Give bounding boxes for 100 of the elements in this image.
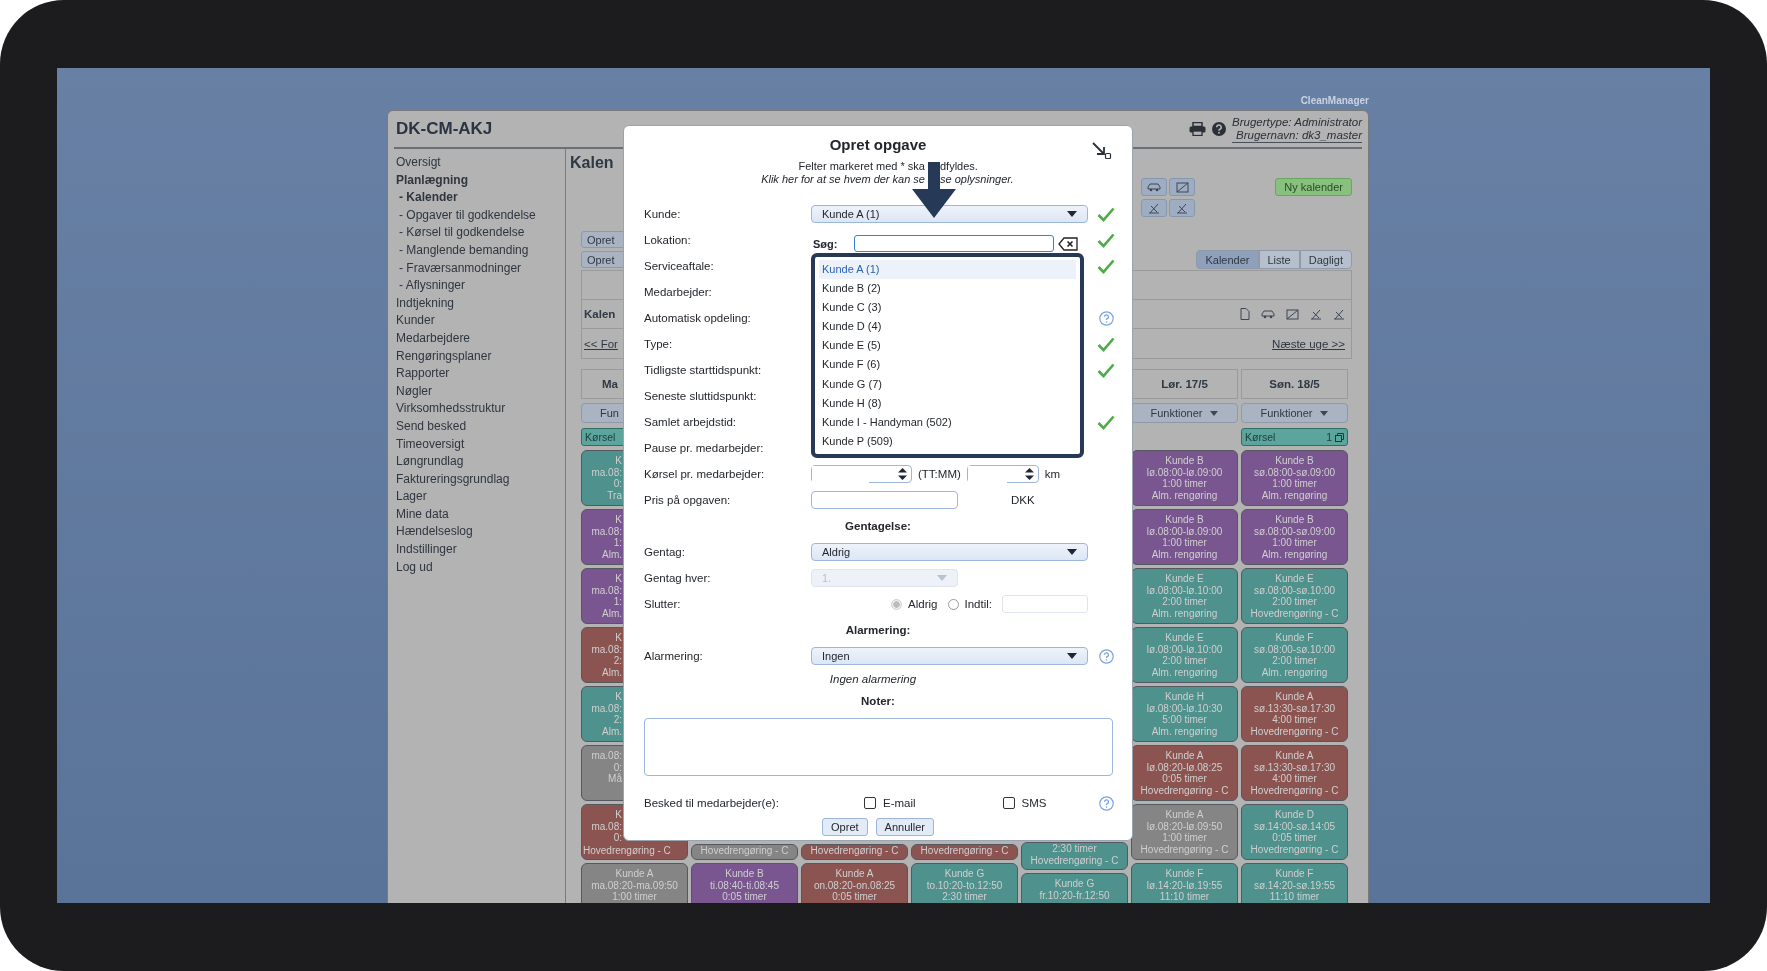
event-text: lø.08:20-lø.08:25 xyxy=(1146,761,1223,773)
event-text: Hovedrengøring - C xyxy=(1030,854,1119,866)
event-text: 0: xyxy=(613,832,622,844)
event-text: Hovedrengøring - C xyxy=(1250,843,1339,855)
event-text: on.08:20-on.08:25 xyxy=(813,879,896,891)
event-text: Kunde B xyxy=(1165,455,1204,467)
field-label: Serviceaftale: xyxy=(644,260,715,272)
event-text: 2:30 timer xyxy=(1052,843,1097,855)
event-text: 11:10 timer xyxy=(1269,891,1320,903)
event-text: ma.08: xyxy=(591,702,622,714)
event-text: 0:05 timer xyxy=(1272,832,1317,844)
search-label: Søg: xyxy=(812,237,839,250)
field-label: Alarmering: xyxy=(644,650,704,662)
user-type-text: Brugertype: Administrator xyxy=(1232,115,1362,129)
event-text: Alm. xyxy=(602,666,622,678)
event-text: to.10:20-to.12:50 xyxy=(926,879,1003,891)
field-label: Gentag: xyxy=(644,546,686,558)
day-header: Ma xyxy=(602,378,618,390)
event-text: Kunde B xyxy=(1165,514,1204,526)
event-text: Hovedrengøring - C xyxy=(1140,843,1229,855)
event-text: lø.08:00-lø.10:00 xyxy=(1146,643,1223,655)
event-text: 1:00 timer xyxy=(1162,537,1207,549)
field-label: Gentag hver: xyxy=(644,572,712,584)
event-text: ma.08:20-ma.09:50 xyxy=(591,879,678,891)
event-text: K xyxy=(615,809,622,821)
user-name-text: Brugernavn: dk3_master xyxy=(1236,128,1362,142)
event-text: sø.13:30-sø.17:30 xyxy=(1253,761,1336,773)
event-text: 2: xyxy=(613,655,622,667)
event-text: lø.08:20-lø.09:50 xyxy=(1146,820,1223,832)
event-text: Kunde E xyxy=(1165,573,1204,585)
event-text: Kunde H xyxy=(1165,691,1204,703)
event-text: sø.13:30-sø.17:30 xyxy=(1253,702,1336,714)
event-text: Kunde G xyxy=(944,868,985,880)
event-text: Alm. xyxy=(602,548,622,560)
field-label: Pause pr. medarbejder: xyxy=(644,442,765,454)
event-text: Kunde A xyxy=(1165,809,1204,821)
unit-label: (TT:MM) xyxy=(918,468,961,480)
event-text: Alm. rengøring xyxy=(1151,725,1218,737)
app-title: DK-CM-AKJ xyxy=(395,119,493,139)
event-text: Kunde G xyxy=(1054,878,1095,890)
event-text: Hovedrengøring - C xyxy=(1250,607,1339,619)
event-text: Hovedrengøring - C xyxy=(1250,784,1339,796)
day-header: Søn. 18/5 xyxy=(1269,378,1320,390)
event-text: lø.08:00-lø.10:30 xyxy=(1146,702,1223,714)
event-text: Hovedrengøring - C xyxy=(810,844,899,856)
event-text: 2:00 timer xyxy=(1162,596,1207,608)
event-text: 1:00 timer xyxy=(612,891,657,903)
field-label: Type: xyxy=(644,338,674,350)
event-text: ti.08:40-ti.08:45 xyxy=(710,879,779,891)
event-text: 1:00 timer xyxy=(1272,537,1317,549)
event-text: Kunde A xyxy=(1275,691,1314,703)
event-text: K xyxy=(615,632,622,644)
section-heading: Gentagelse: xyxy=(845,520,911,532)
event-text: ma.08: xyxy=(591,643,622,655)
field-label: Tidligste starttidspunkt: xyxy=(644,364,763,376)
event-text: ma.08: xyxy=(591,525,622,537)
event-text: 0: xyxy=(613,761,622,773)
event-text: lø.08:00-lø.09:00 xyxy=(1146,525,1223,537)
event-text: 2:00 timer xyxy=(1272,596,1317,608)
event-text: ma.08: xyxy=(591,466,622,478)
page-title: Kalen xyxy=(570,154,614,171)
checkbox-label: E-mail xyxy=(883,797,916,809)
event-text: ma.08: xyxy=(591,820,622,832)
radio-label: Indtil: xyxy=(964,598,992,610)
event-text: lø.08:00-lø.09:00 xyxy=(1146,466,1223,478)
event-text: Alm. rengøring xyxy=(1151,489,1218,501)
field-label: Automatisk opdeling: xyxy=(644,312,752,324)
event-text: Kunde A xyxy=(1165,750,1204,762)
day-header: Lør. 17/5 xyxy=(1161,378,1208,390)
event-text: Kunde A xyxy=(835,868,874,880)
radio-label: Aldrig xyxy=(908,598,938,610)
event-text: Kunde D xyxy=(1275,809,1314,821)
currency-label: DKK xyxy=(1011,494,1035,506)
field-label: Kørsel pr. medarbejder: xyxy=(644,468,766,480)
field-label: Medarbejder: xyxy=(644,286,713,298)
event-text: sø.08:00-sø.09:00 xyxy=(1253,525,1336,537)
event-text: 5:00 timer xyxy=(1162,714,1207,726)
event-text: 1:00 timer xyxy=(1272,478,1317,490)
event-text: Alm. rengøring xyxy=(1261,666,1328,678)
field-label: Lokation: xyxy=(644,234,692,246)
event-text: 2:00 timer xyxy=(1272,655,1317,667)
event-text: Kunde E xyxy=(1275,573,1314,585)
event-text: K xyxy=(615,455,622,467)
event-text: 1:00 timer xyxy=(1162,478,1207,490)
event-text: K xyxy=(615,514,622,526)
event-text: Kunde E xyxy=(1165,632,1204,644)
brand-label: CleanManager xyxy=(1300,95,1369,106)
event-text: K xyxy=(615,691,622,703)
event-text: Kunde A xyxy=(1275,750,1314,762)
field-label: Samlet arbejdstid: xyxy=(644,416,738,428)
event-text: Hovedrengøring - C xyxy=(1140,784,1229,796)
event-text: 1: xyxy=(613,537,622,549)
event-text: lø.08:00-lø.10:00 xyxy=(1146,584,1223,596)
section-heading: Alarmering: xyxy=(845,624,911,636)
notice-text: Felter markeret med * ska xyxy=(797,160,925,173)
event-text: 2: xyxy=(613,714,622,726)
event-text: Hovedrengøring - C xyxy=(920,844,1009,856)
event-text: Kunde B xyxy=(1275,514,1314,526)
event-text: fr.10:20-fr.12:50 xyxy=(1039,889,1110,901)
alarm-note: Ingen alarmering xyxy=(829,672,917,685)
